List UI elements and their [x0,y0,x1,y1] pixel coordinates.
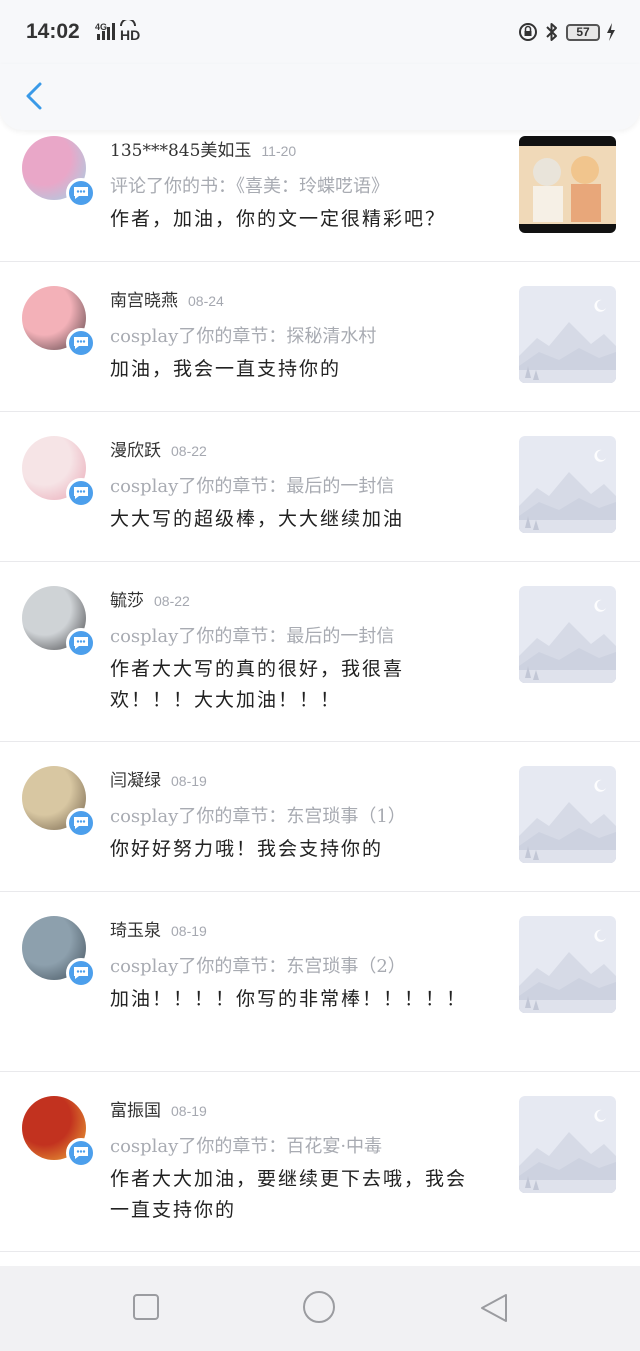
image-placeholder-icon [519,916,616,1013]
avatar[interactable] [22,916,96,988]
recent-apps-button[interactable] [131,1292,161,1326]
circle-icon [303,1291,335,1323]
thumbnail[interactable] [519,766,616,863]
network-label: 4G [95,22,107,32]
comment-item[interactable]: 富振国 08-19 cosplay了你的章节：百花宴·中毒 作者大大加油，要继续更… [0,1072,640,1252]
avatar[interactable] [22,766,96,838]
comment-header: 135***845美如玉 11-20 [110,136,296,161]
chat-bubble-icon [66,478,96,508]
hd-label: HD [120,27,140,43]
comment-text: 作者，加油，你的文一定很精彩吧？ [110,208,447,230]
header [0,64,640,130]
comment-reference[interactable]: cosplay了你的章节：东宫琐事（1） [110,802,406,828]
lock-rotation-icon [519,23,537,41]
thumbnail[interactable] [519,586,616,683]
comment-header: 漫欣跃 08-22 [110,436,207,461]
image-placeholder-icon [519,586,616,683]
comment-item[interactable]: 135***845美如玉 11-20 评论了你的书：《喜美：玲蝶呓语》 作者，加油… [0,112,640,262]
commenter-name[interactable]: 琦玉泉 [110,921,161,941]
comment-text: 作者大大加油，要继续更下去哦，我会一直支持你的 [110,1168,468,1221]
comment-item[interactable]: 南宫晓燕 08-24 cosplay了你的章节：探秘清水村 加油，我会一直支持你的 [0,262,640,412]
comment-header: 闫凝绿 08-19 [110,766,207,791]
commenter-name[interactable]: 135***845美如玉 [110,141,251,161]
comment-item[interactable]: 毓莎 08-22 cosplay了你的章节：最后的一封信 作者大大写的真的很好，我… [0,562,640,742]
book-cover-image [519,136,616,233]
comment-text: 加油，我会一直支持你的 [110,358,342,380]
chat-bubble-icon [66,808,96,838]
status-time: 14:02 [26,20,80,43]
image-placeholder-icon [519,1096,616,1193]
comment-reference[interactable]: 评论了你的书：《喜美：玲蝶呓语》 [110,172,389,198]
chat-bubble-icon [66,1138,96,1168]
avatar[interactable] [22,436,96,508]
comment-header: 琦玉泉 08-19 [110,916,207,941]
comment-text: 作者大大写的真的很好，我很喜欢！！！大大加油！！！ [110,658,405,711]
system-nav-bar [0,1266,640,1351]
comment-text: 大大写的超级棒，大大继续加油 [110,508,405,530]
thumbnail[interactable] [519,436,616,533]
commenter-name[interactable]: 漫欣跃 [110,441,161,461]
comment-date: 08-19 [171,773,207,789]
comment-date: 08-19 [171,1103,207,1119]
commenter-name[interactable]: 富振国 [110,1101,161,1121]
comment-reference[interactable]: cosplay了你的章节：最后的一封信 [110,472,394,498]
comment-list: 135***845美如玉 11-20 评论了你的书：《喜美：玲蝶呓语》 作者，加油… [0,112,640,1252]
chat-bubble-icon [66,328,96,358]
comment-reference[interactable]: cosplay了你的章节：百花宴·中毒 [110,1132,382,1158]
square-icon [133,1294,159,1320]
comment-reference[interactable]: cosplay了你的章节：东宫琐事（2） [110,952,406,978]
chat-bubble-icon [66,958,96,988]
thumbnail[interactable] [519,136,616,233]
image-placeholder-icon [519,436,616,533]
comment-date: 08-19 [171,923,207,939]
bluetooth-icon [546,23,557,41]
chevron-left-icon [26,82,42,110]
thumbnail[interactable] [519,1096,616,1193]
chat-bubble-icon [66,178,96,208]
comment-reference[interactable]: cosplay了你的章节：探秘清水村 [110,322,376,348]
battery-indicator: 57 [566,23,600,41]
avatar[interactable] [22,136,96,208]
status-icons: 57 [518,20,616,44]
commenter-name[interactable]: 毓莎 [110,591,144,611]
triangle-back-icon [481,1294,507,1322]
thumbnail[interactable] [519,286,616,383]
comment-date: 08-22 [154,593,190,609]
comment-item[interactable]: 琦玉泉 08-19 cosplay了你的章节：东宫琐事（2） 加油！！！！你写的非… [0,892,640,1072]
commenter-name[interactable]: 南宫晓燕 [110,291,178,311]
status-bar: 14:02 4G HD 57 [0,0,640,64]
comment-date: 11-20 [261,143,297,159]
comment-text: 你好好努力哦！我会支持你的 [110,838,384,860]
back-nav-button[interactable] [478,1292,510,1328]
comment-item[interactable]: 漫欣跃 08-22 cosplay了你的章节：最后的一封信 大大写的超级棒，大大继… [0,412,640,562]
avatar[interactable] [22,1096,96,1168]
comment-header: 南宫晓燕 08-24 [110,286,224,311]
avatar[interactable] [22,286,96,358]
home-button[interactable] [302,1290,336,1328]
comment-reference[interactable]: cosplay了你的章节：最后的一封信 [110,622,394,648]
comment-item[interactable]: 闫凝绿 08-19 cosplay了你的章节：东宫琐事（1） 你好好努力哦！我会支… [0,742,640,892]
avatar[interactable] [22,586,96,658]
charging-icon [607,23,615,41]
thumbnail[interactable] [519,916,616,1013]
comment-date: 08-24 [188,293,224,309]
chat-bubble-icon [66,628,96,658]
image-placeholder-icon [519,766,616,863]
image-placeholder-icon [519,286,616,383]
comment-text: 加油！！！！你写的非常棒！！！！！ [110,988,468,1010]
back-button[interactable] [20,76,50,116]
comment-date: 08-22 [171,443,207,459]
commenter-name[interactable]: 闫凝绿 [110,771,161,791]
signal-icon: 4G HD [95,20,140,43]
comment-header: 毓莎 08-22 [110,586,190,611]
comment-header: 富振国 08-19 [110,1096,207,1121]
